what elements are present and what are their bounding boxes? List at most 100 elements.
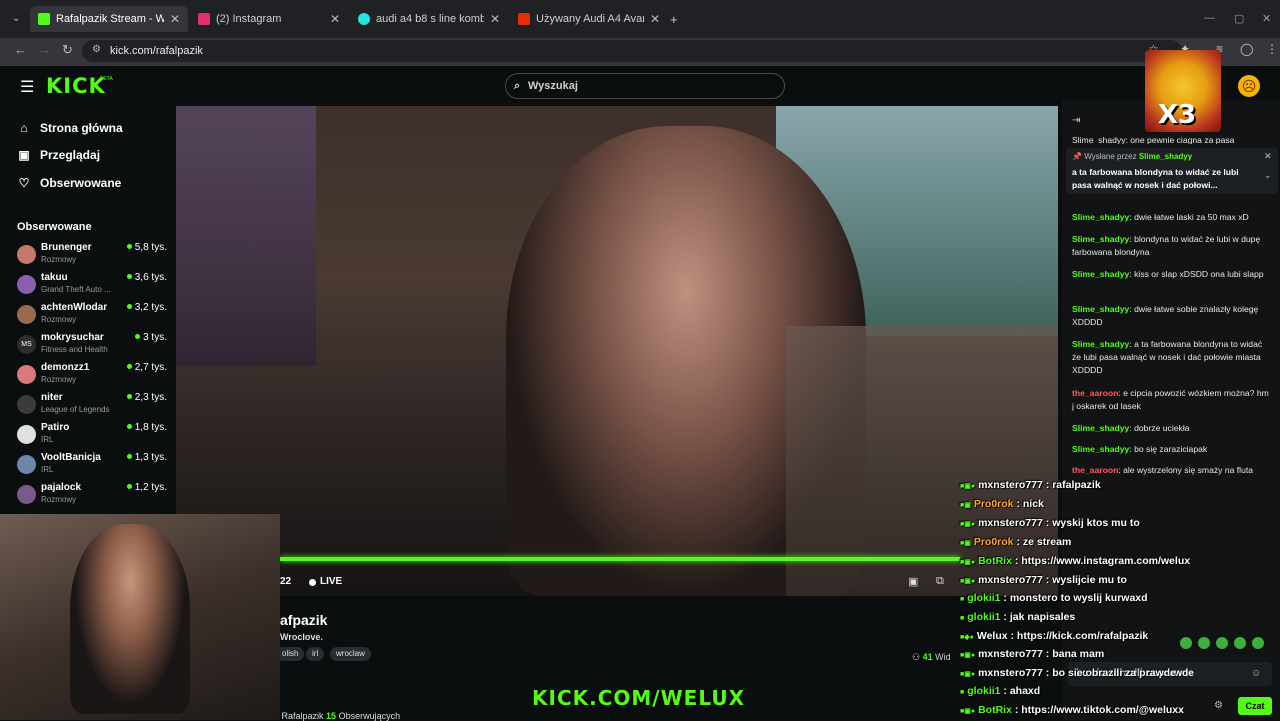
tab-close-icon[interactable]: ✕ (650, 12, 660, 26)
stream-time: 22 (280, 576, 292, 587)
chat-username[interactable]: the_aaroon (1072, 465, 1118, 475)
avatar (17, 365, 36, 384)
overlay-chat-line: ■◆● Welux : https://kick.com/rafalpazik (960, 630, 1148, 642)
chat-username[interactable]: Slime_shadyy (1072, 304, 1129, 314)
followed-channel[interactable]: Brunenger Rozmowy 5,8 tys. (17, 242, 167, 270)
overlay-username: Pro0rok (973, 498, 1014, 510)
chat-username[interactable]: Slime_shadyy (1072, 234, 1129, 244)
emote-icon[interactable] (1180, 637, 1192, 649)
theatre-mode-icon[interactable]: ▣ (908, 575, 918, 588)
nav-following-label: Obserwowane (40, 176, 122, 190)
emote-icon[interactable] (1252, 637, 1264, 649)
overlay-text: https://www.instagram.com/welux (1021, 555, 1191, 567)
tag-irl[interactable]: irl (306, 647, 325, 661)
chat-username[interactable]: Slime_shadyy (1072, 423, 1129, 433)
pip-icon[interactable]: ⧉ (936, 575, 944, 588)
profile-icon[interactable]: ◯ (1240, 42, 1253, 56)
tag-wroclaw[interactable]: wroclaw (330, 647, 371, 661)
avatar (17, 395, 36, 414)
channel-category: League of Legends (41, 405, 110, 414)
kick-badge-icon: ■▣ (960, 540, 971, 547)
separator: : (1003, 685, 1007, 697)
browser-menu-icon[interactable]: ⋮ (1266, 42, 1278, 56)
followed-channel[interactable]: Patiro IRL 1,8 tys. (17, 422, 167, 450)
tag-polish[interactable]: olish (276, 647, 305, 661)
chat-message: Slime_shadyy: bo się zaraziciapak (1072, 444, 1208, 454)
tab-close-icon[interactable]: ✕ (170, 12, 180, 26)
chat-message-cut: Slime_shadyy: one pewnie ciagna za pasa (1072, 135, 1235, 144)
separator: : (1010, 630, 1015, 642)
separator: : (1045, 479, 1050, 491)
chat-collapse-icon[interactable]: ⇥ (1072, 115, 1080, 126)
chat-username[interactable]: Slime_shadyy (1072, 339, 1129, 349)
search-input[interactable]: ⌕ Wyszukaj (505, 73, 785, 99)
followed-channel[interactable]: VooltBanicja IRL 1,3 tys. (17, 452, 167, 480)
reload-icon[interactable]: ↻ (62, 42, 73, 58)
tab-audi-avant[interactable]: Używany Audi A4 Avant 2009 - ✕ (510, 6, 668, 32)
emote-icon[interactable] (1234, 637, 1246, 649)
chevron-down-icon[interactable]: ⌄ (1264, 170, 1272, 181)
emoji-icon[interactable]: ☺ (1251, 668, 1261, 679)
live-dot-icon (126, 274, 132, 279)
new-tab-button[interactable]: + (670, 12, 678, 27)
video-player[interactable] (176, 106, 1058, 596)
emote-icon[interactable] (1198, 637, 1210, 649)
overlay-text: jak napisales (1009, 611, 1076, 623)
followed-channel[interactable]: demonzz1 Rozmowy 2,7 tys. (17, 362, 167, 390)
viewer-count: 3,2 tys. (126, 302, 167, 313)
followed-channel[interactable]: pajalock Rozmowy 1,2 tys. (17, 482, 167, 510)
followed-channel[interactable]: MS mokrysuchar Fitness and Health 3 tys. (17, 332, 167, 360)
channel-name: achtenWlodar (41, 302, 108, 313)
window-close-icon[interactable]: ✕ (1262, 12, 1271, 25)
nav-home[interactable]: ⌂ Strona główna (18, 121, 122, 135)
emote-icon[interactable] (1216, 637, 1228, 649)
chat-username[interactable]: Slime_shadyy (1072, 269, 1129, 279)
kick-badge-icon: ■▣● (960, 559, 976, 566)
chat-text: dobrze uciekła (1134, 423, 1190, 433)
chat-message: Slime_shadyy: dobrze uciekła (1072, 423, 1190, 433)
tab-instagram[interactable]: (2) Instagram ✕ (190, 6, 348, 32)
tab-close-icon[interactable]: ✕ (330, 12, 340, 26)
streamer-name[interactable]: afpazik (280, 612, 327, 628)
overlay-username: mxnstero777 (978, 479, 1043, 491)
chat-username[interactable]: the_aaroon (1072, 388, 1118, 398)
url-field[interactable]: kick.com/rafalpazik (82, 40, 1182, 62)
maximize-icon[interactable]: ▢ (1234, 12, 1244, 25)
overlay-text: nick (1022, 498, 1044, 510)
unpin-icon[interactable]: ✕ (1264, 151, 1272, 162)
tab-audi-search[interactable]: audi a4 b8 s line kombi w Twoje ✕ (350, 6, 508, 32)
pin-icon: 📌 (1072, 152, 1082, 161)
followed-channel[interactable]: achtenWlodar Rozmowy 3,2 tys. (17, 302, 167, 330)
followed-channel[interactable]: takuu Grand Theft Auto ... 3,6 tys. (17, 272, 167, 300)
chat-username[interactable]: Slime_shadyy (1072, 444, 1129, 454)
channel-name: niter (41, 392, 63, 403)
minimize-icon[interactable]: — (1204, 12, 1215, 24)
tab-list-chevron-icon[interactable]: ⌄ (12, 13, 20, 24)
pinned-header: 📌 Wysłane przez Slime_shadyy (1072, 152, 1192, 161)
kick-logo[interactable]: KICK (46, 74, 106, 98)
chat-message: Slime_shadyy: dwie łatwe laski za 50 max… (1072, 212, 1249, 222)
avatar (17, 245, 36, 264)
nav-following[interactable]: ♡ Obserwowane (18, 176, 122, 190)
chat-message: Slime_shadyy: blondyna to widać że lubi … (1072, 234, 1261, 257)
olx-favicon-icon (358, 13, 370, 25)
forward-icon[interactable]: → (38, 42, 51, 57)
overlay-text: rafalpazik (1052, 479, 1101, 491)
pinned-message[interactable]: 📌 Wysłane przez Slime_shadyy a ta farbow… (1066, 148, 1278, 194)
viewer-count-text: 2,7 tys. (134, 362, 167, 373)
chat-settings-gear-icon[interactable]: ⚙ (1214, 700, 1223, 711)
back-icon[interactable]: ← (14, 42, 27, 57)
tab-close-icon[interactable]: ✕ (490, 12, 500, 26)
chat-username[interactable]: Slime_shadyy (1072, 212, 1129, 222)
hamburger-menu-icon[interactable]: ☰ (20, 77, 34, 97)
overlay-text: ze stream (1022, 536, 1072, 548)
site-info-icon[interactable]: ⚙ (92, 44, 101, 55)
avatar (17, 305, 36, 324)
chat-send-button[interactable]: Czat (1238, 697, 1272, 715)
followed-channel[interactable]: niter League of Legends 2,3 tys. (17, 392, 167, 420)
nav-browse[interactable]: ▣ Przeglądaj (18, 148, 100, 162)
emote-row (1180, 637, 1272, 651)
stream-progress-bar[interactable] (280, 557, 960, 561)
tab-kick[interactable]: Rafalpazik Stream - Watch L ✕ (30, 6, 188, 32)
live-dot-icon (126, 454, 132, 459)
